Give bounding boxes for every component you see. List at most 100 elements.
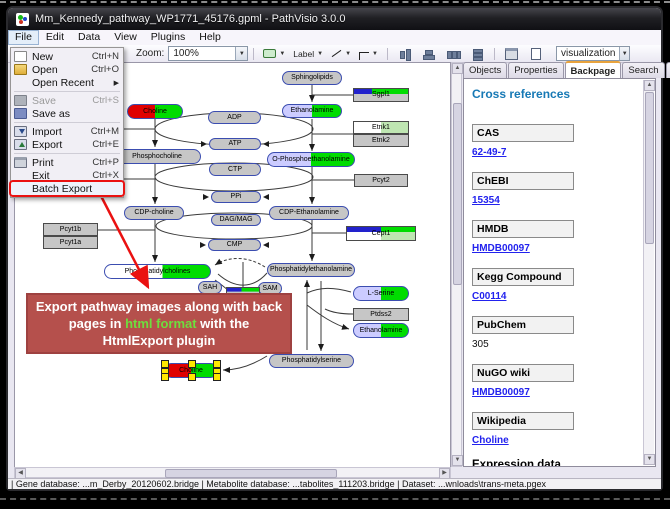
- canvas-vertical-scrollbar[interactable]: ▲ ▼: [451, 62, 462, 467]
- selection-handle[interactable]: [188, 373, 196, 381]
- zoom-combobox[interactable]: 100% ▼: [168, 46, 248, 61]
- pathway-node-choline-selected[interactable]: Choline: [164, 363, 218, 378]
- pathway-node-pcyt2[interactable]: Pcyt2: [354, 174, 408, 187]
- menu-item-open[interactable]: OpenCtrl+O: [11, 63, 123, 76]
- pathway-node-phosphatidylserine[interactable]: Phosphatidylserine: [269, 354, 354, 368]
- chevron-down-icon[interactable]: ▼: [619, 47, 629, 60]
- crossref-text: 305: [472, 339, 489, 350]
- node-label: Etnk2: [372, 134, 390, 147]
- menu-help[interactable]: Help: [192, 30, 228, 45]
- menu-bar: FileEditDataViewPluginsHelp: [8, 30, 661, 46]
- distribute-horizontal-button[interactable]: [442, 46, 464, 62]
- pathway-node-cept1[interactable]: Cept1: [346, 226, 416, 241]
- menu-item-save-as[interactable]: Save as: [11, 107, 123, 120]
- crossref-section-hmdb: HMDBHMDB00097: [472, 219, 641, 254]
- menu-shortcut: Ctrl+E: [92, 139, 119, 150]
- pathway-node-ctp[interactable]: CTP: [209, 163, 261, 176]
- menu-data[interactable]: Data: [71, 30, 107, 45]
- node-label: PPi: [231, 191, 242, 203]
- visualization-combobox[interactable]: visualization ▼: [556, 46, 630, 61]
- distribute-vertical-icon: [471, 49, 483, 59]
- pathway-node-ptdss2[interactable]: Ptdss2: [353, 308, 409, 321]
- crossref-link[interactable]: 62-49-7: [472, 147, 506, 158]
- page-setup-button[interactable]: [525, 46, 547, 62]
- pathway-node-atp[interactable]: ATP: [209, 138, 261, 150]
- menu-item-batch-export[interactable]: Batch Export: [11, 182, 123, 195]
- menu-file[interactable]: File: [8, 30, 39, 45]
- backpage-scroll-thumb[interactable]: [645, 92, 654, 244]
- align-vertical-center-button[interactable]: [394, 46, 416, 62]
- tab-objects[interactable]: Objects: [463, 62, 507, 78]
- node-label: Etnk1: [372, 121, 390, 134]
- menu-item-import[interactable]: ImportCtrl+M: [11, 125, 123, 138]
- crossref-link[interactable]: 15354: [472, 195, 500, 206]
- common-size-button[interactable]: [501, 46, 523, 62]
- scroll-up-icon[interactable]: ▲: [452, 63, 463, 74]
- pathway-node-etnk1[interactable]: Etnk1: [353, 121, 409, 134]
- pathway-node-cmp[interactable]: CMP: [208, 239, 261, 251]
- new-connector-dropdown[interactable]: ▼: [356, 46, 381, 62]
- vertical-scroll-thumb[interactable]: [453, 103, 462, 285]
- menu-plugins[interactable]: Plugins: [144, 30, 192, 45]
- pathway-node-ethanolamine[interactable]: Ethanolamine: [282, 104, 342, 118]
- title-bar[interactable]: Mm_Kennedy_pathway_WP1771_45176.gpml - P…: [8, 8, 661, 30]
- menu-view[interactable]: View: [107, 30, 144, 45]
- pathway-node-adp[interactable]: ADP: [208, 111, 261, 124]
- menu-item-export[interactable]: ExportCtrl+E: [11, 138, 123, 151]
- node-label: Pcyt1b: [60, 223, 81, 236]
- backpage-panel: Cross references CAS62-49-7ChEBI15354HMD…: [463, 78, 656, 467]
- pathway-node-pcyt1a[interactable]: Pcyt1a: [43, 236, 98, 249]
- menu-item-new[interactable]: NewCtrl+N: [11, 50, 123, 63]
- new-line-dropdown[interactable]: ▼: [328, 46, 354, 62]
- tab-search[interactable]: Search: [622, 62, 664, 78]
- distribute-vertical-button[interactable]: [466, 46, 488, 62]
- pathway-node-l-serine[interactable]: L-Serine: [353, 286, 409, 301]
- pathway-node-sphingolipids[interactable]: Sphingolipids: [282, 71, 342, 85]
- crossref-section-pubchem: PubChem305: [472, 315, 641, 350]
- chevron-down-icon[interactable]: ▼: [235, 47, 247, 60]
- align-horizontal-center-button[interactable]: [418, 46, 440, 62]
- menu-edit[interactable]: Edit: [39, 30, 71, 45]
- menu-item-label: Exit: [32, 170, 86, 182]
- pathway-node-cdp-ethanolamine[interactable]: CDP-Ethanolamine: [269, 206, 349, 220]
- annotation-callout: Export pathway images along with back pa…: [26, 293, 292, 354]
- horizontal-scroll-thumb[interactable]: [165, 469, 337, 478]
- pathway-node-sgpl1[interactable]: Sgpl1: [353, 88, 409, 102]
- scroll-up-icon[interactable]: ▲: [644, 80, 655, 91]
- menu-item-label: Save: [32, 95, 86, 107]
- pathway-node-etnk2[interactable]: Etnk2: [353, 134, 409, 147]
- new-label-dropdown[interactable]: Label▼: [290, 46, 326, 62]
- tab-properties[interactable]: Properties: [508, 62, 563, 78]
- crossref-link[interactable]: HMDB00097: [472, 243, 530, 254]
- new-datanode-dropdown[interactable]: ▼: [260, 46, 288, 62]
- scroll-down-icon[interactable]: ▼: [644, 454, 655, 465]
- crossref-value: HMDB00097: [472, 243, 641, 254]
- pathway-node-phosphatidylethanolamine[interactable]: Phosphatidylethanolamine: [267, 263, 355, 277]
- canvas-horizontal-scrollbar[interactable]: ◀ ▶: [14, 467, 451, 478]
- selection-handle[interactable]: [161, 373, 169, 381]
- tab-legend[interactable]: Legend: [666, 62, 670, 78]
- pathway-node-o-phosphoethanolamine[interactable]: O-Phosphoethanolamine: [267, 152, 355, 167]
- menu-item-open-recent[interactable]: Open Recent▶: [11, 76, 123, 89]
- backpage-scrollbar[interactable]: ▲ ▼: [643, 80, 654, 465]
- label-tool-icon: Label: [293, 49, 314, 59]
- scroll-down-icon[interactable]: ▼: [452, 455, 463, 466]
- pathway-node-phosphatidylcholines[interactable]: Phosphatidylcholines: [104, 264, 211, 279]
- selection-handle[interactable]: [213, 373, 221, 381]
- pathway-node-phosphocholine[interactable]: Phosphocholine: [113, 149, 201, 164]
- pathway-node-ppi[interactable]: PPi: [211, 191, 261, 203]
- pathway-node-pcyt1b[interactable]: Pcyt1b: [43, 223, 98, 236]
- new-document-icon: [14, 51, 27, 62]
- pathway-node-choline[interactable]: Choline: [127, 104, 183, 119]
- selection-handle[interactable]: [188, 360, 196, 368]
- pathway-node-ethanolamine-2[interactable]: Ethanolamine: [353, 323, 409, 338]
- pathway-node-dag-mag[interactable]: DAG/MAG: [211, 214, 261, 226]
- menu-item-exit[interactable]: ExitCtrl+X: [11, 169, 123, 182]
- crossref-link[interactable]: Choline: [472, 435, 509, 446]
- node-label: Sgpl1: [372, 88, 390, 102]
- crossref-link[interactable]: HMDB00097: [472, 387, 530, 398]
- menu-item-print[interactable]: PrintCtrl+P: [11, 156, 123, 169]
- crossref-link[interactable]: C00114: [472, 291, 506, 302]
- pathway-node-cdp-choline[interactable]: CDP-choline: [124, 206, 184, 220]
- menu-item-save[interactable]: SaveCtrl+S: [11, 94, 123, 107]
